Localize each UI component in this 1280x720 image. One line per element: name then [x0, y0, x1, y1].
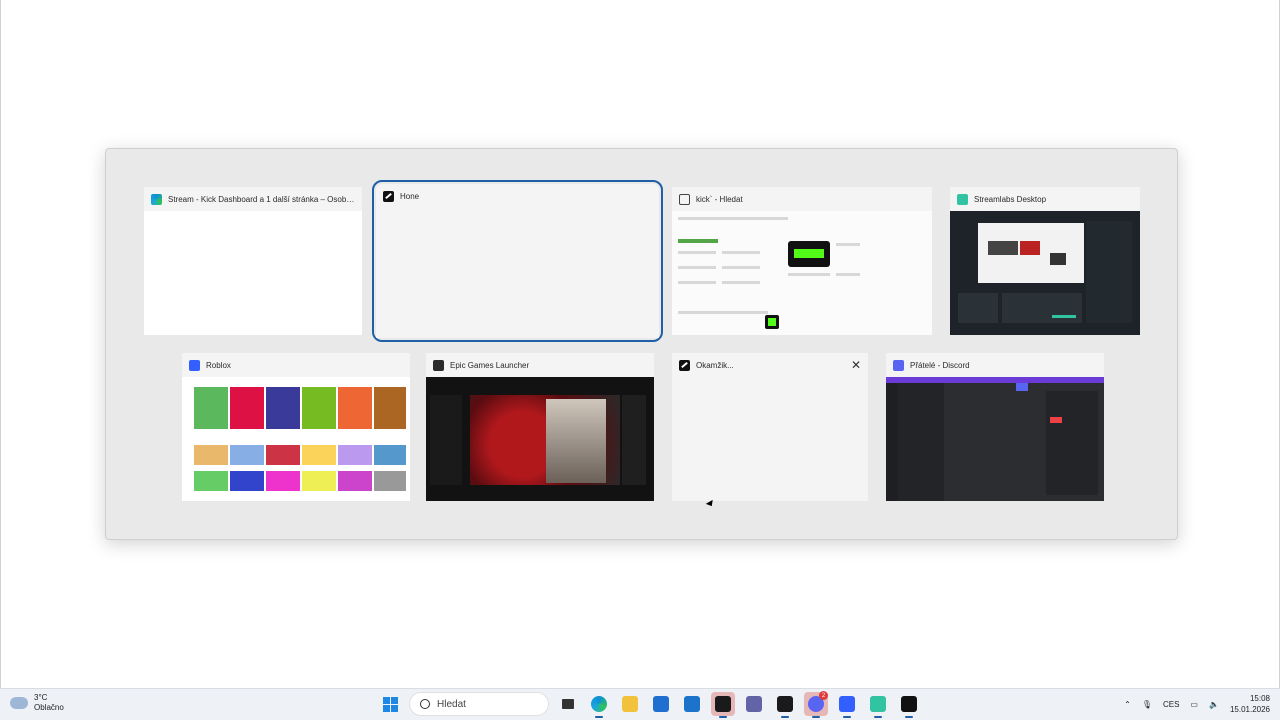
taskbar-app[interactable] [773, 692, 797, 718]
card-title: Streamlabs Desktop [974, 194, 1047, 204]
streamlabs-icon [957, 193, 968, 205]
card-title: Epic Games Launcher [450, 360, 530, 370]
card-title: Okamžik... [696, 360, 734, 370]
task-view-icon [562, 699, 574, 709]
window-thumbnail [426, 377, 654, 501]
weather-temp: 3°C [34, 693, 48, 702]
app-icon [383, 190, 394, 202]
app-icon [901, 696, 917, 712]
card-header: Stream - Kick Dashboard a 1 další stránk… [144, 187, 362, 211]
weather-desc: Oblačno [34, 703, 64, 712]
window-thumbnail [950, 211, 1140, 335]
chevron-up-icon[interactable]: ⌃ [1124, 700, 1131, 709]
card-title: Přátelé - Discord [910, 360, 970, 370]
streamlabs-icon [870, 696, 886, 712]
window-card-okamzik[interactable]: Okamžik... ✕ [672, 353, 868, 501]
taskbar-search[interactable]: Hledat [409, 692, 549, 716]
window-card-hone[interactable]: Hone [372, 180, 663, 342]
card-title: Stream - Kick Dashboard a 1 další stránk… [168, 194, 355, 204]
epic-games-icon [433, 359, 444, 371]
window-thumbnail [144, 211, 362, 335]
window-thumbnail [376, 208, 659, 338]
window-thumbnail [672, 211, 932, 335]
taskbar-store[interactable] [649, 692, 673, 716]
card-title: kick` - Hledat [696, 194, 743, 204]
window-thumbnail [672, 377, 868, 501]
roblox-icon [839, 696, 855, 712]
microphone-icon[interactable]: 🎙 [1142, 700, 1152, 709]
task-view-button[interactable] [556, 692, 580, 716]
taskbar-hone[interactable] [897, 692, 921, 718]
outlook-icon [684, 696, 700, 712]
volume-icon[interactable]: 🔈 [1209, 700, 1219, 709]
card-header: Epic Games Launcher [426, 353, 654, 377]
taskbar-roblox[interactable] [835, 692, 859, 718]
teams-icon [746, 696, 762, 712]
search-icon [679, 193, 690, 205]
card-title: Hone [400, 191, 420, 201]
taskbar: 3°C Oblačno Hledat 2 ⌃ 🎙 CES ▭ 🔈 15:08 1… [0, 688, 1280, 720]
epic-games-icon [715, 696, 731, 712]
taskbar-epic-games[interactable] [711, 692, 735, 718]
notification-badge: 2 [819, 691, 828, 700]
windows-icon [382, 696, 398, 712]
window-thumbnail [886, 377, 1104, 501]
taskbar-edge[interactable] [587, 692, 611, 718]
card-header: Hone [376, 184, 659, 208]
language-indicator[interactable]: CES [1163, 700, 1179, 709]
task-switcher: Stream - Kick Dashboard a 1 další stránk… [105, 148, 1178, 540]
window-card-streamlabs[interactable]: Streamlabs Desktop [950, 187, 1140, 335]
system-tray: ⌃ 🎙 CES ▭ 🔈 15:08 15.01.2026 [1124, 693, 1270, 715]
app-icon [777, 696, 793, 712]
cloud-icon [10, 697, 28, 709]
taskbar-file-explorer[interactable] [618, 692, 642, 716]
discord-icon [893, 359, 904, 371]
clock[interactable]: 15:08 15.01.2026 [1230, 693, 1270, 715]
taskbar-streamlabs[interactable] [866, 692, 890, 718]
card-header: Streamlabs Desktop [950, 187, 1140, 211]
card-header: Přátelé - Discord [886, 353, 1104, 377]
window-card-roblox[interactable]: Roblox [182, 353, 410, 501]
card-header: Roblox [182, 353, 410, 377]
time: 15:08 [1249, 694, 1270, 703]
taskbar-outlook[interactable] [680, 692, 704, 716]
window-card-discord[interactable]: Přátelé - Discord [886, 353, 1104, 501]
window-card-kick-dashboard[interactable]: Stream - Kick Dashboard a 1 další stránk… [144, 187, 362, 335]
taskbar-discord[interactable]: 2 [804, 691, 828, 718]
window-card-kick-search[interactable]: kick` - Hledat [672, 187, 932, 335]
close-icon[interactable]: ✕ [851, 358, 861, 372]
search-icon [420, 699, 430, 709]
window-card-epic-games[interactable]: Epic Games Launcher [426, 353, 654, 501]
roblox-icon [189, 359, 200, 371]
app-icon [679, 359, 690, 371]
weather-widget[interactable]: 3°C Oblačno [10, 693, 64, 713]
store-icon [653, 696, 669, 712]
folder-icon [622, 696, 638, 712]
desktop: Stream - Kick Dashboard a 1 další stránk… [0, 0, 1280, 688]
taskbar-teams[interactable] [742, 692, 766, 716]
card-header: Okamžik... ✕ [672, 353, 868, 377]
edge-icon [591, 696, 607, 712]
network-icon[interactable]: ▭ [1190, 700, 1198, 709]
search-placeholder: Hledat [437, 698, 466, 710]
window-thumbnail [182, 377, 410, 501]
edge-icon [151, 193, 162, 205]
start-button[interactable] [378, 692, 402, 716]
date: 15.01.2026 [1229, 705, 1270, 714]
card-header: kick` - Hledat [672, 187, 932, 211]
taskbar-apps: Hledat 2 [378, 691, 921, 718]
card-title: Roblox [206, 360, 231, 370]
